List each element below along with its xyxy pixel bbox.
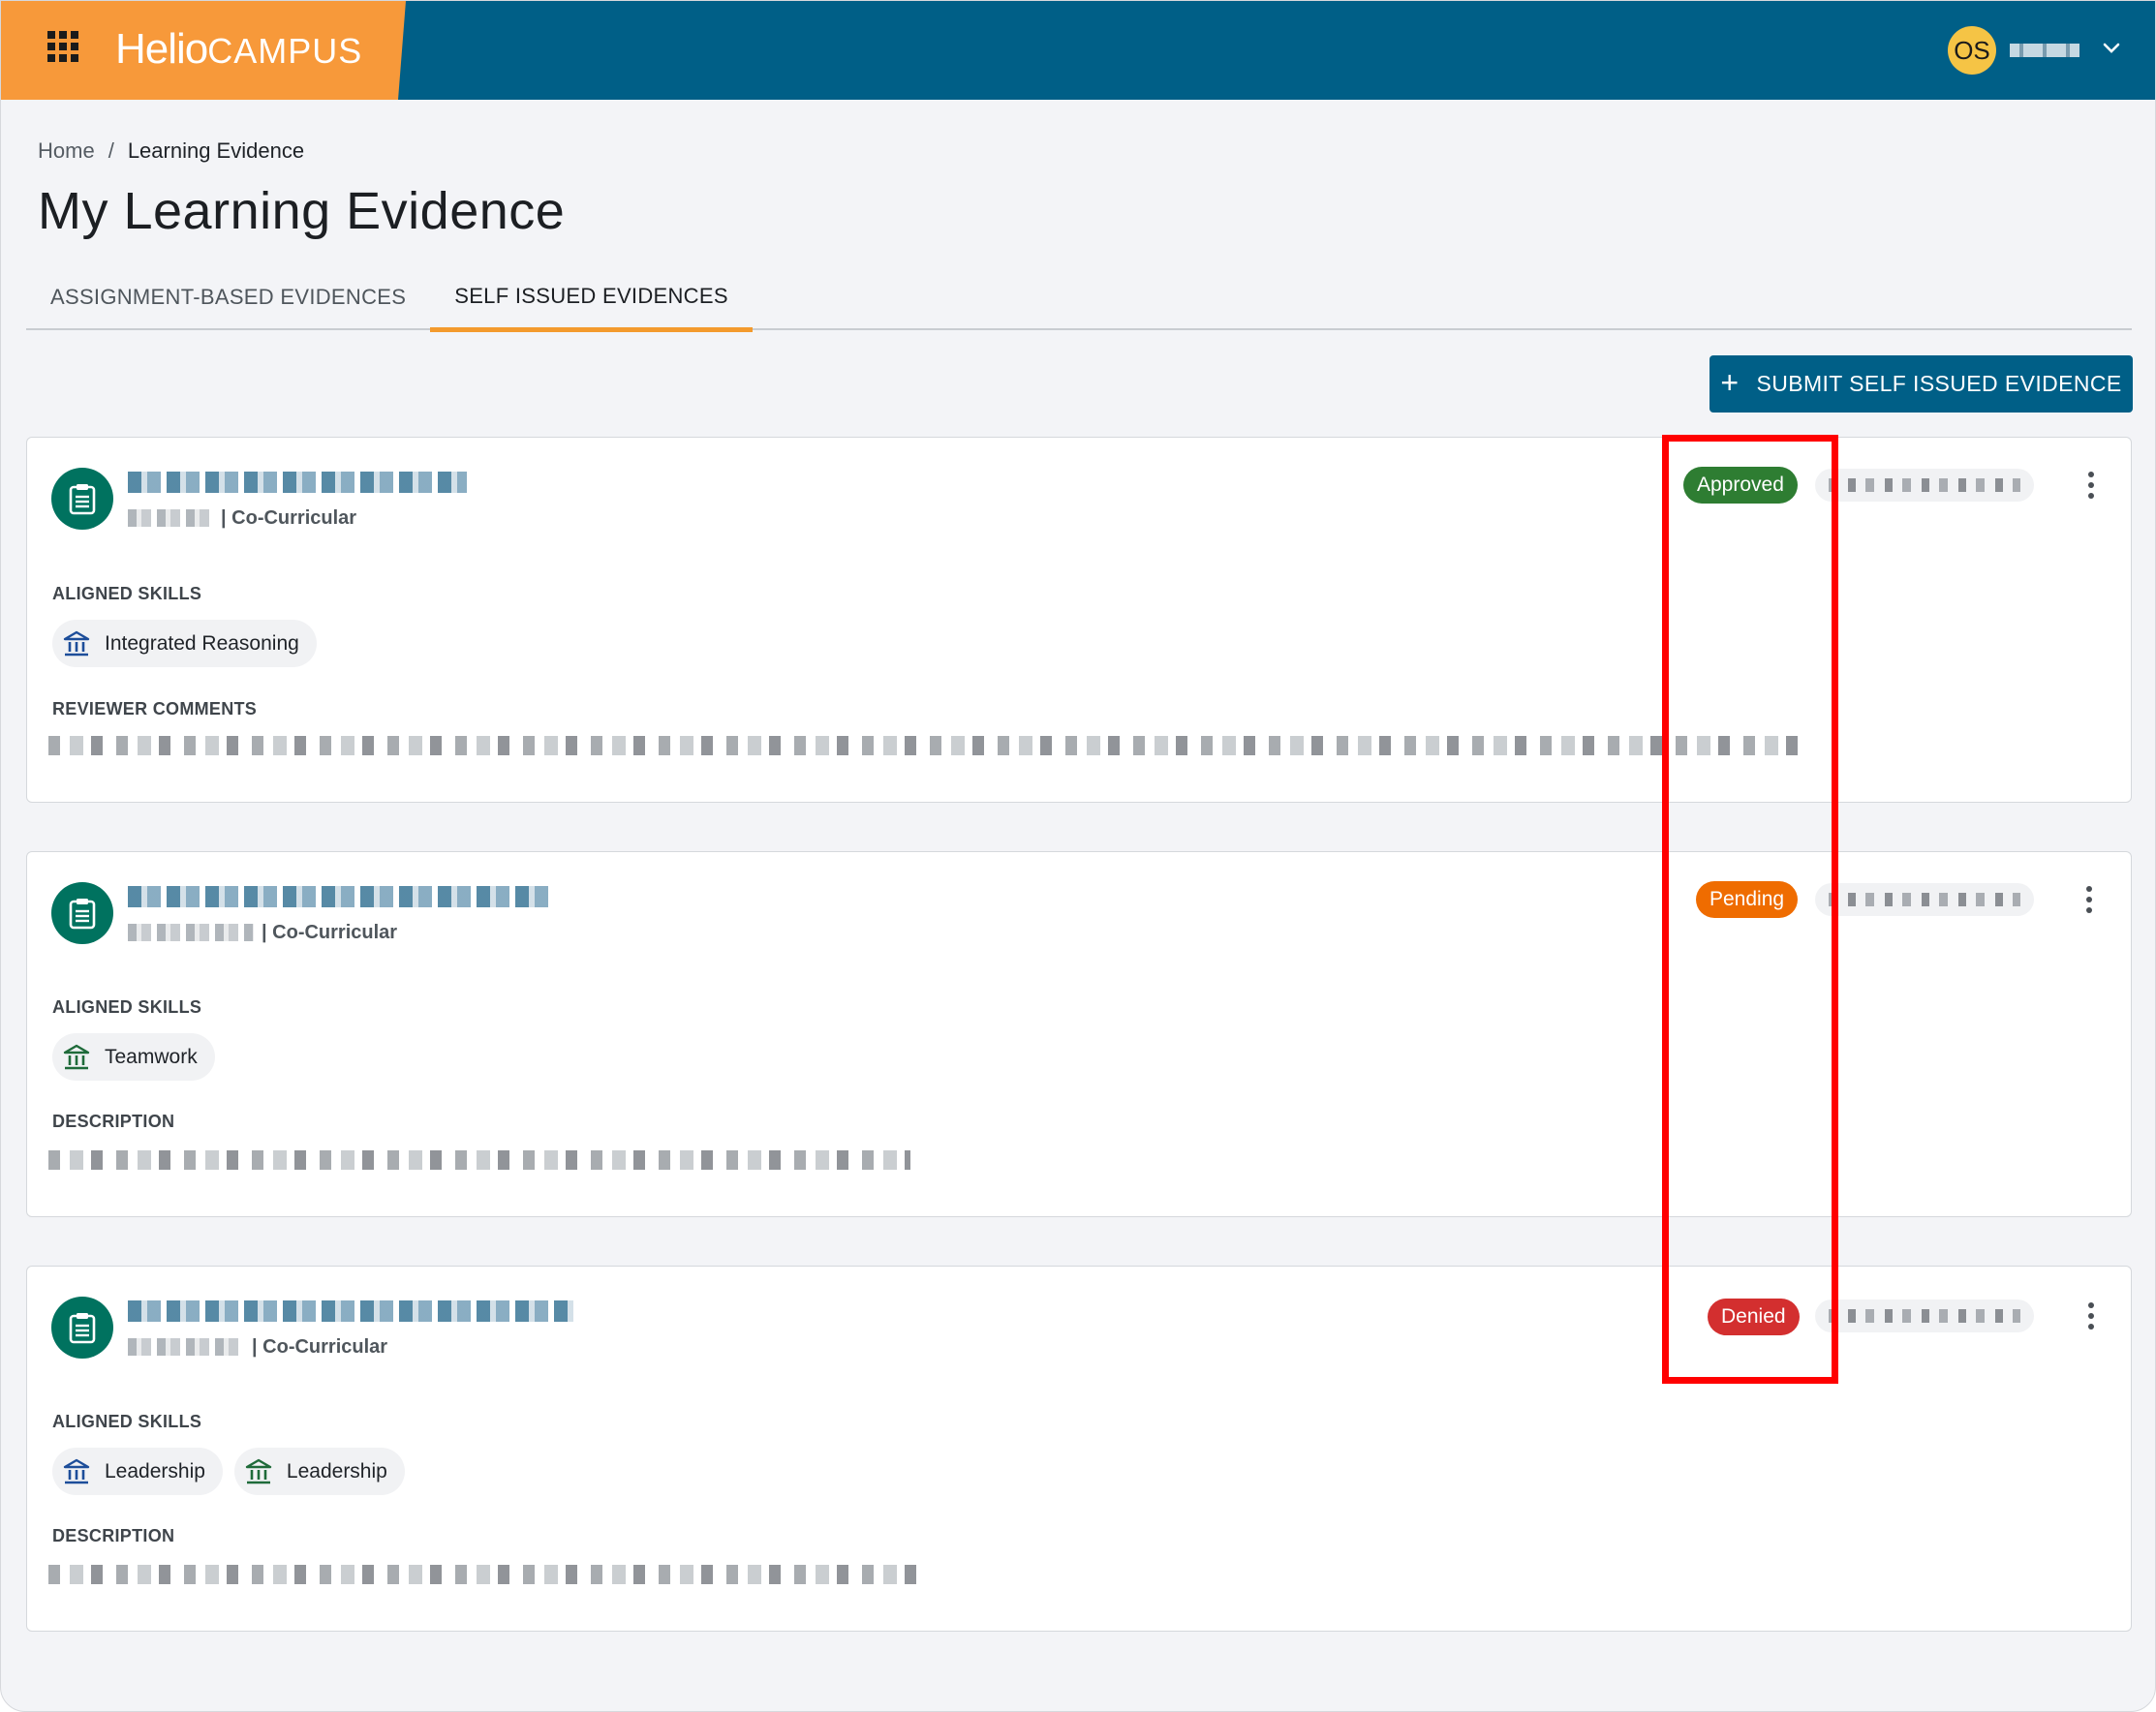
more-options-icon[interactable] <box>2077 466 2106 504</box>
institution-icon <box>244 1457 273 1486</box>
skill-chip: Leadership <box>233 1448 405 1495</box>
aligned-skills-label: ALIGNED SKILLS <box>52 997 202 1017</box>
term-redacted <box>128 1338 244 1356</box>
date-redacted <box>1815 1299 2034 1332</box>
reviewer-comments-label: REVIEWER COMMENTS <box>52 699 258 718</box>
clipboard-icon <box>51 468 113 530</box>
institution-icon <box>62 1457 91 1486</box>
evidence-card: | Co-Curricular ALIGNED SKILLS Leadershi… <box>26 1266 2132 1632</box>
avatar[interactable]: OS <box>1948 26 1996 75</box>
skill-name: Leadership <box>286 1459 387 1483</box>
description-redacted <box>48 1565 920 1584</box>
clipboard-icon <box>51 882 113 944</box>
tab-assignment-based-evidences[interactable]: ASSIGNMENT-BASED EVIDENCES <box>26 264 430 330</box>
chevron-down-icon[interactable] <box>2103 43 2120 58</box>
term-redacted <box>128 509 213 527</box>
skill-name: Teamwork <box>105 1045 198 1068</box>
logo-text-helio: Helio <box>115 25 208 73</box>
skill-chip: Leadership <box>52 1448 223 1495</box>
plus-icon: + <box>1720 365 1740 400</box>
term-redacted <box>128 924 254 941</box>
evidence-card: | Co-Curricular ALIGNED SKILLS Integrate… <box>26 437 2132 803</box>
evidence-meta: | Co-Curricular <box>128 920 397 945</box>
breadcrumb: Home / Learning Evidence <box>38 138 304 164</box>
heliocampus-logo[interactable]: HelioCAMPUS <box>115 22 362 76</box>
breadcrumb-current: Learning Evidence <box>127 138 305 163</box>
evidence-category: | Co-Curricular <box>221 506 357 529</box>
evidence-title-redacted[interactable] <box>128 886 554 907</box>
tab-self-issued-evidences[interactable]: SELF ISSUED EVIDENCES <box>430 264 753 332</box>
evidence-category: | Co-Curricular <box>252 1335 388 1358</box>
reviewer-comments-redacted <box>48 736 1811 755</box>
top-app-bar: HelioCAMPUS OS <box>1 1 2155 100</box>
skill-name: Integrated Reasoning <box>105 631 299 655</box>
skills-list: Integrated Reasoning <box>52 620 317 667</box>
submit-self-issued-evidence-button[interactable]: + SUBMIT SELF ISSUED EVIDENCE <box>1709 355 2133 413</box>
more-options-icon[interactable] <box>2077 1297 2106 1335</box>
aligned-skills-label: ALIGNED SKILLS <box>52 1412 202 1431</box>
date-redacted <box>1815 883 2034 916</box>
skill-chip: Teamwork <box>52 1033 215 1081</box>
user-name-redacted <box>2010 44 2079 57</box>
status-badge: Approved <box>1683 467 1798 504</box>
skills-list: Leadership Leadership <box>52 1448 405 1495</box>
breadcrumb-separator: / <box>108 138 114 163</box>
evidence-meta: | Co-Curricular <box>128 505 356 531</box>
page-title: My Learning Evidence <box>38 182 566 240</box>
status-badge: Denied <box>1708 1299 1800 1335</box>
description-label: DESCRIPTION <box>52 1112 175 1131</box>
apps-grid-icon[interactable] <box>47 31 78 62</box>
description-redacted <box>48 1150 910 1170</box>
submit-button-label: SUBMIT SELF ISSUED EVIDENCE <box>1756 371 2122 396</box>
skill-chip: Integrated Reasoning <box>52 620 317 667</box>
app-frame: HelioCAMPUS OS Home / Learning Evidence … <box>0 0 2156 1712</box>
more-options-icon[interactable] <box>2075 880 2104 919</box>
aligned-skills-label: ALIGNED SKILLS <box>52 584 202 603</box>
clipboard-icon <box>51 1297 113 1359</box>
institution-icon <box>62 629 91 658</box>
date-redacted <box>1815 469 2034 502</box>
logo-text-campus: CAMPUS <box>207 31 363 71</box>
evidence-title-redacted[interactable] <box>128 472 467 493</box>
evidence-card: | Co-Curricular ALIGNED SKILLS Teamwork … <box>26 851 2132 1217</box>
evidence-tabs: ASSIGNMENT-BASED EVIDENCES SELF ISSUED E… <box>26 264 2132 332</box>
evidence-title-redacted[interactable] <box>128 1300 573 1322</box>
status-badge: Pending <box>1696 881 1799 918</box>
evidence-category: | Co-Curricular <box>262 921 398 943</box>
institution-icon <box>62 1043 91 1072</box>
evidence-meta: | Co-Curricular <box>128 1334 387 1360</box>
description-label: DESCRIPTION <box>52 1526 175 1545</box>
skill-name: Leadership <box>105 1459 205 1483</box>
user-menu[interactable]: OS <box>1948 26 2120 75</box>
breadcrumb-home[interactable]: Home <box>38 138 95 164</box>
skills-list: Teamwork <box>52 1033 215 1081</box>
